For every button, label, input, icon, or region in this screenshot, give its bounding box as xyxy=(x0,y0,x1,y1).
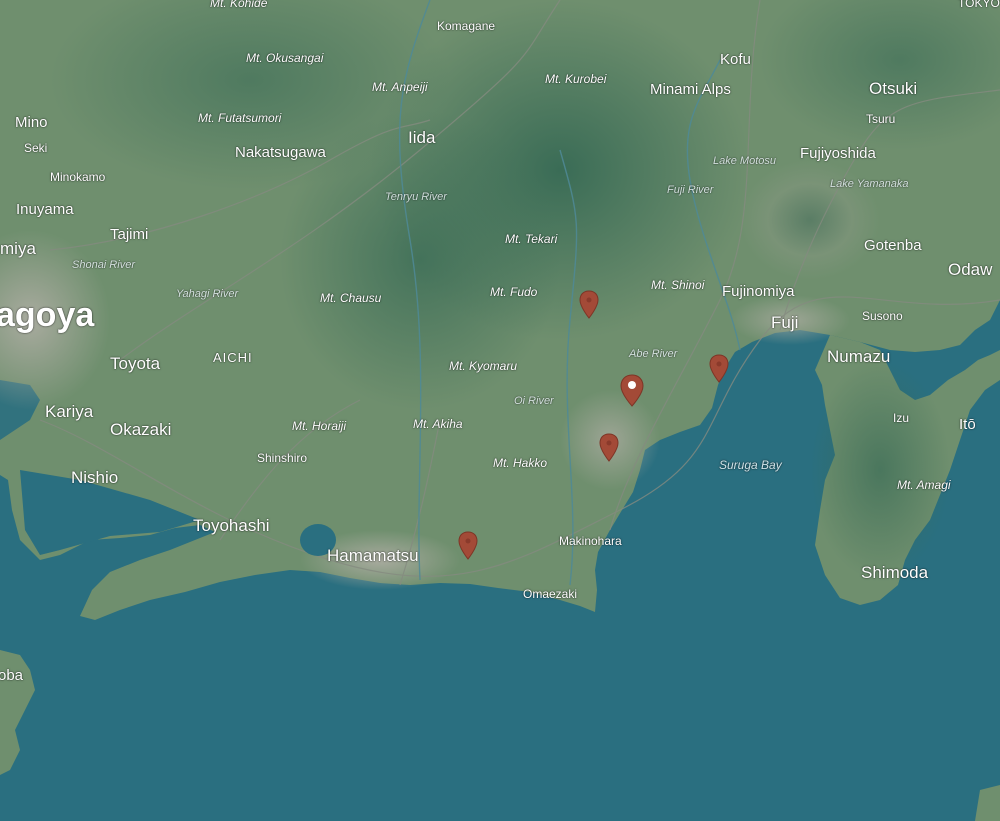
label-mt-akiha: Mt. Akiha xyxy=(413,417,463,431)
map-basemap xyxy=(0,0,1000,821)
label-makinohara: Makinohara xyxy=(559,534,622,548)
label-tsuru: Tsuru xyxy=(866,112,896,126)
label-mt-shinoi: Mt. Shinoi xyxy=(651,278,705,292)
label-mt-fudo: Mt. Fudo xyxy=(490,285,538,299)
label-tenryu-river: Tenryu River xyxy=(385,191,447,203)
map-pin-2[interactable] xyxy=(619,374,645,408)
label-mt-kurobei: Mt. Kurobei xyxy=(545,72,607,86)
label-nishio: Nishio xyxy=(71,468,119,487)
label-tokyo: TOKYO xyxy=(958,0,1000,10)
label-mt-chausu: Mt. Chausu xyxy=(320,291,382,305)
map-canvas[interactable]: TOKYO Mt. Kohide Komagane Mt. Okusangai … xyxy=(0,0,1000,821)
label-mt-okusangai: Mt. Okusangai xyxy=(246,51,324,65)
label-mino: Mino xyxy=(15,114,48,131)
label-fujiyoshida: Fujiyoshida xyxy=(800,145,876,162)
label-hamamatsu: Hamamatsu xyxy=(327,546,419,565)
label-mt-amagi: Mt. Amagi xyxy=(897,478,951,492)
map-pin-3[interactable] xyxy=(708,354,730,384)
label-toyota: Toyota xyxy=(110,354,161,373)
label-minami-alps: Minami Alps xyxy=(650,81,731,98)
label-tajimi: Tajimi xyxy=(110,226,149,243)
label-nakatsugawa: Nakatsugawa xyxy=(235,144,326,161)
label-fujinomiya: Fujinomiya xyxy=(722,283,795,300)
label-shimoda: Shimoda xyxy=(861,563,929,582)
label-mt-kyomaru: Mt. Kyomaru xyxy=(449,359,518,373)
label-minokamo: Minokamo xyxy=(50,170,106,184)
label-odawara: Odaw xyxy=(948,260,993,279)
label-seki: Seki xyxy=(24,141,48,155)
label-yahagi-river: Yahagi River xyxy=(176,288,239,300)
label-numazu: Numazu xyxy=(827,347,891,366)
label-susono: Susono xyxy=(862,309,903,323)
label-okazaki: Okazaki xyxy=(110,420,172,439)
map-pin-4[interactable] xyxy=(598,433,620,463)
label-aichi: AICHI xyxy=(213,350,253,365)
label-izu: Izu xyxy=(893,411,910,425)
label-mt-horaiji: Mt. Horaiji xyxy=(292,419,347,433)
label-inuyama: Inuyama xyxy=(16,201,74,218)
label-fuji: Fuji xyxy=(771,313,799,332)
label-shinshiro: Shinshiro xyxy=(257,451,308,465)
label-abe-river: Abe River xyxy=(629,348,678,360)
label-nagoya: agoya xyxy=(0,296,95,334)
label-ichinomiya: miya xyxy=(0,239,36,258)
label-komagane: Komagane xyxy=(437,19,496,33)
label-toyohashi: Toyohashi xyxy=(193,516,270,535)
label-suruga-bay: Suruga Bay xyxy=(719,458,782,472)
label-gotenba: Gotenba xyxy=(864,237,922,254)
label-shonai-river: Shonai River xyxy=(72,259,135,271)
label-omaezaki: Omaezaki xyxy=(523,587,578,601)
label-mt-futatsumori: Mt. Futatsumori xyxy=(198,111,282,125)
label-kofu: Kofu xyxy=(720,51,751,68)
label-mt-anpeiji: Mt. Anpeiji xyxy=(372,80,428,94)
label-mt-kohide: Mt. Kohide xyxy=(210,0,268,10)
label-iida: Iida xyxy=(408,128,436,147)
label-lake-yamanaka: Lake Yamanaka xyxy=(830,178,909,190)
label-mt-tekari: Mt. Tekari xyxy=(505,232,558,246)
label-otsuki: Otsuki xyxy=(869,79,918,98)
map-pin-5[interactable] xyxy=(457,531,479,561)
label-fuji-river: Fuji River xyxy=(667,184,714,196)
label-ito: Itō xyxy=(959,416,976,433)
map-pin-1[interactable] xyxy=(578,290,600,320)
label-lake-motosu: Lake Motosu xyxy=(713,155,776,167)
label-mt-hakko: Mt. Hakko xyxy=(493,456,548,470)
label-oi-river: Oi River xyxy=(514,395,554,407)
label-toba: oba xyxy=(0,667,24,684)
label-kariya: Kariya xyxy=(45,402,94,421)
